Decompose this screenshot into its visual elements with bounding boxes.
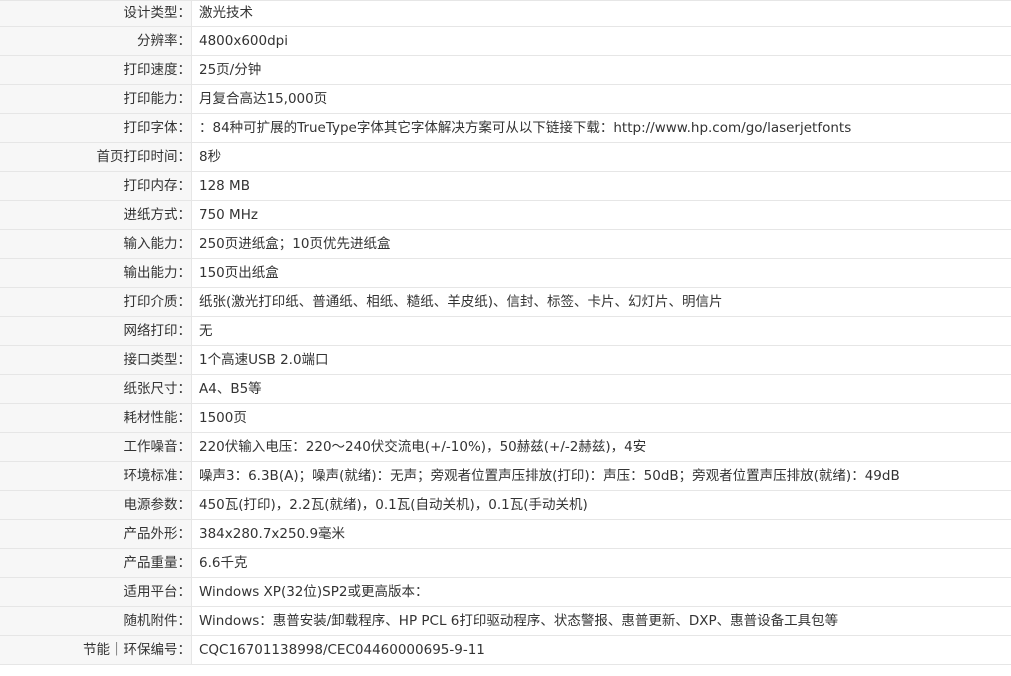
spec-value: 250页进纸盒；10页优先进纸盒 bbox=[199, 236, 391, 252]
spec-label: 设计类型： bbox=[0, 1, 192, 26]
spec-row-design-type: 设计类型： 激光技术 bbox=[0, 1, 1011, 27]
spec-value: 月复合高达15,000页 bbox=[199, 91, 328, 107]
spec-row-weight: 产品重量： 6.6千克 bbox=[0, 549, 1011, 578]
spec-value: ：84种可扩展的TrueType字体其它字体解决方案可从以下链接下载：http:… bbox=[199, 120, 852, 136]
spec-value: 150页出纸盒 bbox=[199, 265, 279, 281]
spec-row-print-speed: 打印速度： 25页/分钟 bbox=[0, 56, 1011, 85]
spec-value: 450瓦(打印)，2.2瓦(就绪)，0.1瓦(自动关机)，0.1瓦(手动关机) bbox=[199, 497, 588, 513]
spec-row-power: 电源参数： 450瓦(打印)，2.2瓦(就绪)，0.1瓦(自动关机)，0.1瓦(… bbox=[0, 491, 1011, 520]
spec-value: 25页/分钟 bbox=[199, 62, 262, 78]
spec-row-eco-number: 节能｜环保编号： CQC16701138998/CEC04460000695-9… bbox=[0, 636, 1011, 665]
spec-label: 进纸方式： bbox=[0, 201, 192, 229]
spec-row-print-memory: 打印内存： 128 MB bbox=[0, 172, 1011, 201]
spec-row-input-capacity: 输入能力： 250页进纸盒；10页优先进纸盒 bbox=[0, 230, 1011, 259]
spec-row-dimensions: 产品外形： 384x280.7x250.9毫米 bbox=[0, 520, 1011, 549]
spec-row-output-capacity: 输出能力： 150页出纸盒 bbox=[0, 259, 1011, 288]
spec-label: 网络打印： bbox=[0, 317, 192, 345]
spec-value: Windows：惠普安装/卸载程序、HP PCL 6打印驱动程序、状态警报、惠普… bbox=[199, 613, 839, 629]
spec-label: 节能｜环保编号： bbox=[0, 636, 192, 664]
spec-value: 噪声3：6.3B(A)；噪声(就绪)：无声；旁观者位置声压排放(打印)：声压：5… bbox=[199, 468, 900, 484]
spec-row-accessories: 随机附件： Windows：惠普安装/卸载程序、HP PCL 6打印驱动程序、状… bbox=[0, 607, 1011, 636]
spec-row-network-print: 网络打印： 无 bbox=[0, 317, 1011, 346]
spec-row-resolution: 分辨率： 4800x600dpi bbox=[0, 27, 1011, 56]
spec-label: 接口类型： bbox=[0, 346, 192, 374]
spec-value: Windows XP(32位)SP2或更高版本： bbox=[199, 584, 429, 600]
spec-label: 工作噪音： bbox=[0, 433, 192, 461]
spec-label: 分辨率： bbox=[0, 27, 192, 55]
spec-row-environment: 环境标准： 噪声3：6.3B(A)；噪声(就绪)：无声；旁观者位置声压排放(打印… bbox=[0, 462, 1011, 491]
spec-row-operating-noise: 工作噪音： 220伏输入电压：220～240伏交流电(+/-10%)，50赫兹(… bbox=[0, 433, 1011, 462]
spec-row-print-media: 打印介质： 纸张(激光打印纸、普通纸、相纸、糙纸、羊皮纸)、信封、标签、卡片、幻… bbox=[0, 288, 1011, 317]
spec-row-print-capacity: 打印能力： 月复合高达15,000页 bbox=[0, 85, 1011, 114]
spec-label: 打印字体： bbox=[0, 114, 192, 142]
spec-value: 750 MHz bbox=[199, 207, 258, 223]
spec-label: 耗材性能： bbox=[0, 404, 192, 432]
spec-label: 输出能力： bbox=[0, 259, 192, 287]
spec-row-consumable-yield: 耗材性能： 1500页 bbox=[0, 404, 1011, 433]
spec-row-platform: 适用平台： Windows XP(32位)SP2或更高版本： bbox=[0, 578, 1011, 607]
spec-value: CQC16701138998/CEC04460000695-9-11 bbox=[199, 642, 485, 658]
spec-label: 打印介质： bbox=[0, 288, 192, 316]
spec-value: 220伏输入电压：220～240伏交流电(+/-10%)，50赫兹(+/-2赫兹… bbox=[199, 439, 647, 455]
spec-label: 纸张尺寸： bbox=[0, 375, 192, 403]
spec-label: 输入能力： bbox=[0, 230, 192, 258]
spec-table: 设计类型： 激光技术 分辨率： 4800x600dpi 打印速度： 25页/分钟… bbox=[0, 0, 1011, 665]
spec-label: 产品重量： bbox=[0, 549, 192, 577]
spec-value: 4800x600dpi bbox=[199, 33, 289, 49]
spec-label: 打印速度： bbox=[0, 56, 192, 84]
spec-label: 打印能力： bbox=[0, 85, 192, 113]
spec-label: 环境标准： bbox=[0, 462, 192, 490]
spec-label: 随机附件： bbox=[0, 607, 192, 635]
spec-value: A4、B5等 bbox=[199, 381, 262, 397]
spec-value: 纸张(激光打印纸、普通纸、相纸、糙纸、羊皮纸)、信封、标签、卡片、幻灯片、明信片 bbox=[199, 294, 723, 310]
spec-value: 384x280.7x250.9毫米 bbox=[199, 526, 346, 542]
spec-label: 首页打印时间： bbox=[0, 143, 192, 171]
spec-row-first-page-time: 首页打印时间： 8秒 bbox=[0, 143, 1011, 172]
spec-value: 1500页 bbox=[199, 410, 247, 426]
spec-label: 电源参数： bbox=[0, 491, 192, 519]
spec-label: 产品外形： bbox=[0, 520, 192, 548]
spec-value: 8秒 bbox=[199, 149, 222, 165]
spec-row-paper-feed: 进纸方式： 750 MHz bbox=[0, 201, 1011, 230]
spec-row-paper-size: 纸张尺寸： A4、B5等 bbox=[0, 375, 1011, 404]
spec-row-interface: 接口类型： 1个高速USB 2.0端口 bbox=[0, 346, 1011, 375]
spec-value: 6.6千克 bbox=[199, 555, 248, 571]
spec-value: 128 MB bbox=[199, 178, 250, 194]
spec-row-print-fonts: 打印字体： ：84种可扩展的TrueType字体其它字体解决方案可从以下链接下载… bbox=[0, 114, 1011, 143]
spec-value: 无 bbox=[199, 323, 213, 339]
spec-value: 激光技术 bbox=[199, 5, 253, 21]
spec-value: 1个高速USB 2.0端口 bbox=[199, 352, 329, 368]
spec-label: 打印内存： bbox=[0, 172, 192, 200]
spec-label: 适用平台： bbox=[0, 578, 192, 606]
